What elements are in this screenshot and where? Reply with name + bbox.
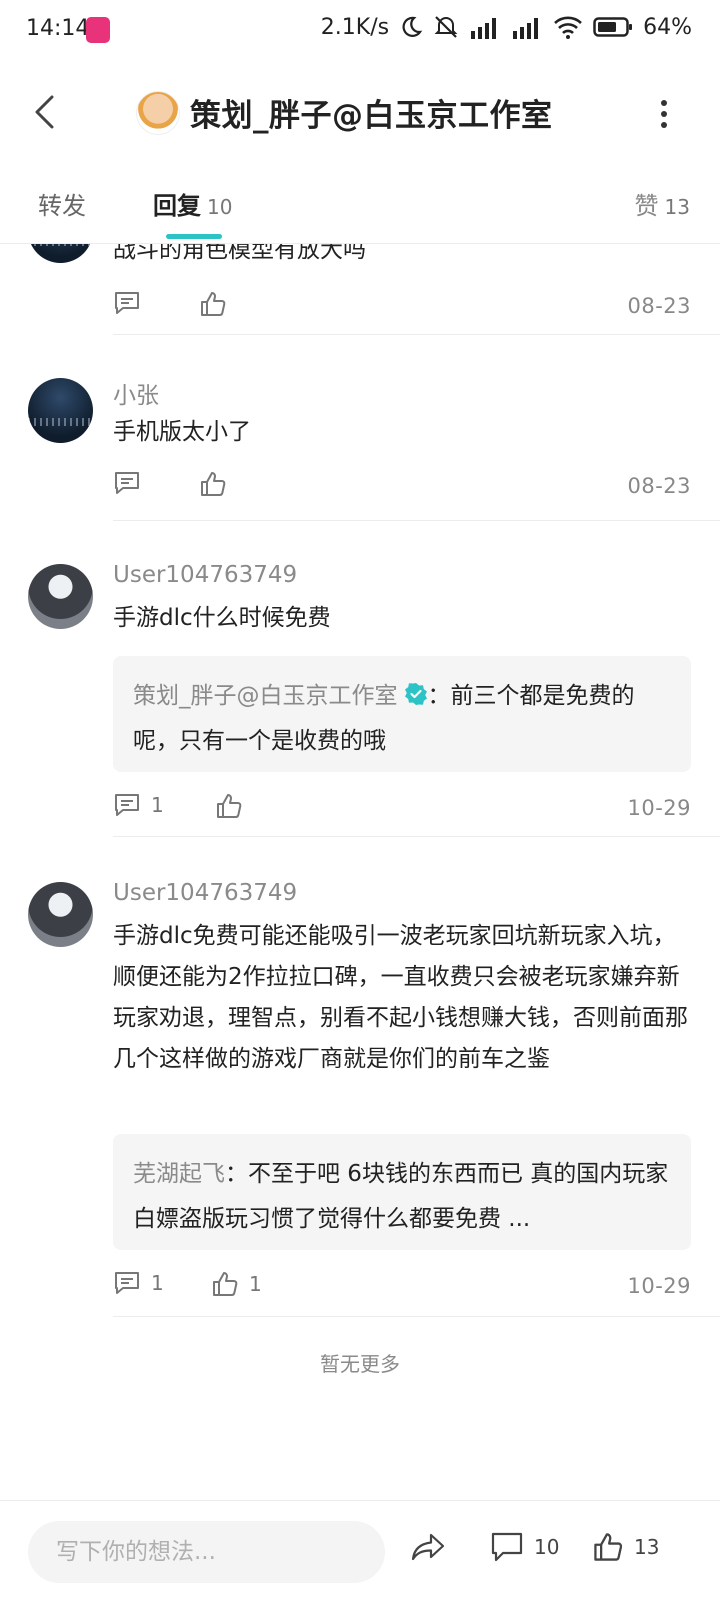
battery-icon [593, 17, 633, 37]
app-notification-icon [86, 17, 110, 43]
status-time: 14:14 [26, 16, 90, 41]
like-count: 13 [634, 1535, 660, 1559]
comment-username[interactable]: 小张 [113, 376, 159, 410]
thumbs-up-icon [201, 292, 226, 316]
comment-date: 10-29 [627, 796, 691, 820]
tab-reply[interactable]: 回复 10 [153, 186, 232, 221]
reply-count: 1 [151, 1271, 164, 1295]
status-bar: 14:14 2.1K/s 64% [0, 0, 720, 64]
thumbs-up-icon [201, 472, 226, 496]
tab-label: 回复 [153, 192, 201, 220]
like-button[interactable]: 1 [211, 1270, 262, 1298]
user-avatar[interactable] [28, 882, 93, 947]
divider [113, 334, 720, 335]
comment-text: 战斗的角色模型有放大吗 [113, 244, 366, 263]
reply-preview[interactable]: 芜湖起飞：不至于吧 6块钱的东西而已 真的国内玩家白嫖盗版玩习惯了觉得什么都要免… [113, 1134, 691, 1250]
comment-date: 08-23 [627, 474, 691, 498]
wifi-icon [554, 16, 582, 39]
like-button[interactable] [215, 792, 253, 820]
active-tab-indicator [166, 234, 222, 239]
user-avatar[interactable] [28, 244, 93, 263]
user-avatar[interactable] [28, 564, 93, 629]
network-speed: 2.1K/s [320, 14, 390, 40]
comment-actions: 1 10-29 [113, 792, 691, 828]
thumbs-up-icon [217, 794, 242, 818]
divider [113, 836, 720, 837]
thumbs-up-icon [594, 1533, 623, 1561]
reply-author[interactable]: 策划_胖子@白玉京工作室 [133, 683, 398, 709]
comment-actions: 08-23 [113, 290, 691, 326]
more-dot-icon [661, 111, 667, 117]
like-count: 1 [249, 1272, 262, 1296]
comment-actions: 08-23 [113, 470, 691, 506]
reply-button[interactable] [113, 470, 141, 496]
moon-icon [402, 16, 423, 37]
tab-count: 10 [207, 195, 233, 219]
reply-count: 1 [151, 793, 164, 817]
top-app-bar: 策划_胖子@白玉京工作室 [0, 72, 720, 156]
comment-input-container[interactable] [28, 1521, 385, 1583]
verified-badge-icon [404, 683, 427, 705]
reply-button[interactable]: 1 [113, 1270, 164, 1296]
more-options-button[interactable] [652, 96, 676, 132]
more-dot-icon [661, 122, 667, 128]
reply-author[interactable]: 芜湖起飞 [133, 1161, 225, 1187]
list-end-text: 暂无更多 [320, 1352, 400, 1376]
bottom-action-bar: 10 13 [0, 1500, 720, 1600]
divider [113, 520, 720, 521]
reply-button[interactable]: 1 [113, 792, 164, 818]
comment-item: 战斗的角色模型有放大吗 08-23 [0, 244, 720, 334]
tab-count: 13 [664, 195, 690, 219]
comment-input[interactable] [56, 1539, 356, 1565]
like-button[interactable] [199, 290, 227, 318]
comment-date: 08-23 [627, 294, 691, 318]
comment-icon [115, 1272, 139, 1294]
back-button[interactable] [22, 90, 66, 134]
comment-item: User104763749 手游dlc什么时候免费 策划_胖子@白玉京工作室 ：前… [0, 562, 720, 842]
share-button[interactable] [410, 1531, 446, 1563]
comment-text: 手游dlc免费可能还能吸引一波老玩家回坑新玩家入坑，顺便还能为2作拉拉口碑，一直… [113, 923, 688, 1072]
comment-icon [115, 292, 139, 314]
comment-item: 小张 手机版太小了 08-23 [0, 376, 720, 518]
comment-item: User104763749 手游dlc免费可能还能吸引一波老玩家回坑新玩家入坑，… [0, 880, 720, 1320]
comment-count: 10 [534, 1535, 560, 1559]
signal-hd-icon-2 [513, 18, 539, 39]
author-avatar[interactable] [136, 90, 180, 135]
tab-like[interactable]: 赞 13 [635, 186, 690, 221]
chevron-left-icon [35, 95, 54, 129]
signal-hd-icon [471, 18, 497, 39]
share-icon [411, 1533, 445, 1561]
comment-text: 手机版太小了 [113, 419, 251, 445]
comment-actions: 1 1 10-29 [113, 1270, 691, 1306]
more-dot-icon [661, 100, 667, 106]
reply-preview[interactable]: 策划_胖子@白玉京工作室 ：前三个都是免费的呢，只有一个是收费的哦 [113, 656, 691, 772]
post-author[interactable]: 策划_胖子@白玉京工作室 [136, 90, 553, 135]
comment-text: 手游dlc什么时候免费 [113, 605, 331, 631]
status-icons: 2.1K/s 64% [321, 14, 692, 40]
reply-button[interactable] [113, 290, 141, 316]
thumbs-up-icon [213, 1272, 238, 1296]
page-title: 策划_胖子@白玉京工作室 [190, 98, 553, 134]
like-button[interactable] [199, 470, 227, 498]
comments-button[interactable]: 10 [490, 1531, 559, 1563]
mute-icon [434, 16, 458, 38]
comment-date: 10-29 [627, 1274, 691, 1298]
divider [113, 1316, 720, 1317]
tab-bar: 转发 回复 10 赞 13 [0, 172, 720, 244]
tab-label: 转发 [38, 192, 86, 220]
comment-icon [115, 472, 139, 494]
battery-level: 64% [643, 14, 692, 40]
tab-forward[interactable]: 转发 [38, 186, 86, 221]
like-post-button[interactable]: 13 [592, 1531, 659, 1563]
comment-username[interactable]: User104763749 [113, 880, 297, 906]
comment-list[interactable]: 战斗的角色模型有放大吗 08-23 小张 手机版太小了 08-23 User10… [0, 244, 720, 1499]
comment-username[interactable]: User104763749 [113, 562, 297, 588]
user-avatar[interactable] [28, 378, 93, 443]
tab-label: 赞 [634, 192, 659, 220]
comment-icon [115, 794, 139, 816]
comment-bubble-icon [491, 1532, 523, 1562]
